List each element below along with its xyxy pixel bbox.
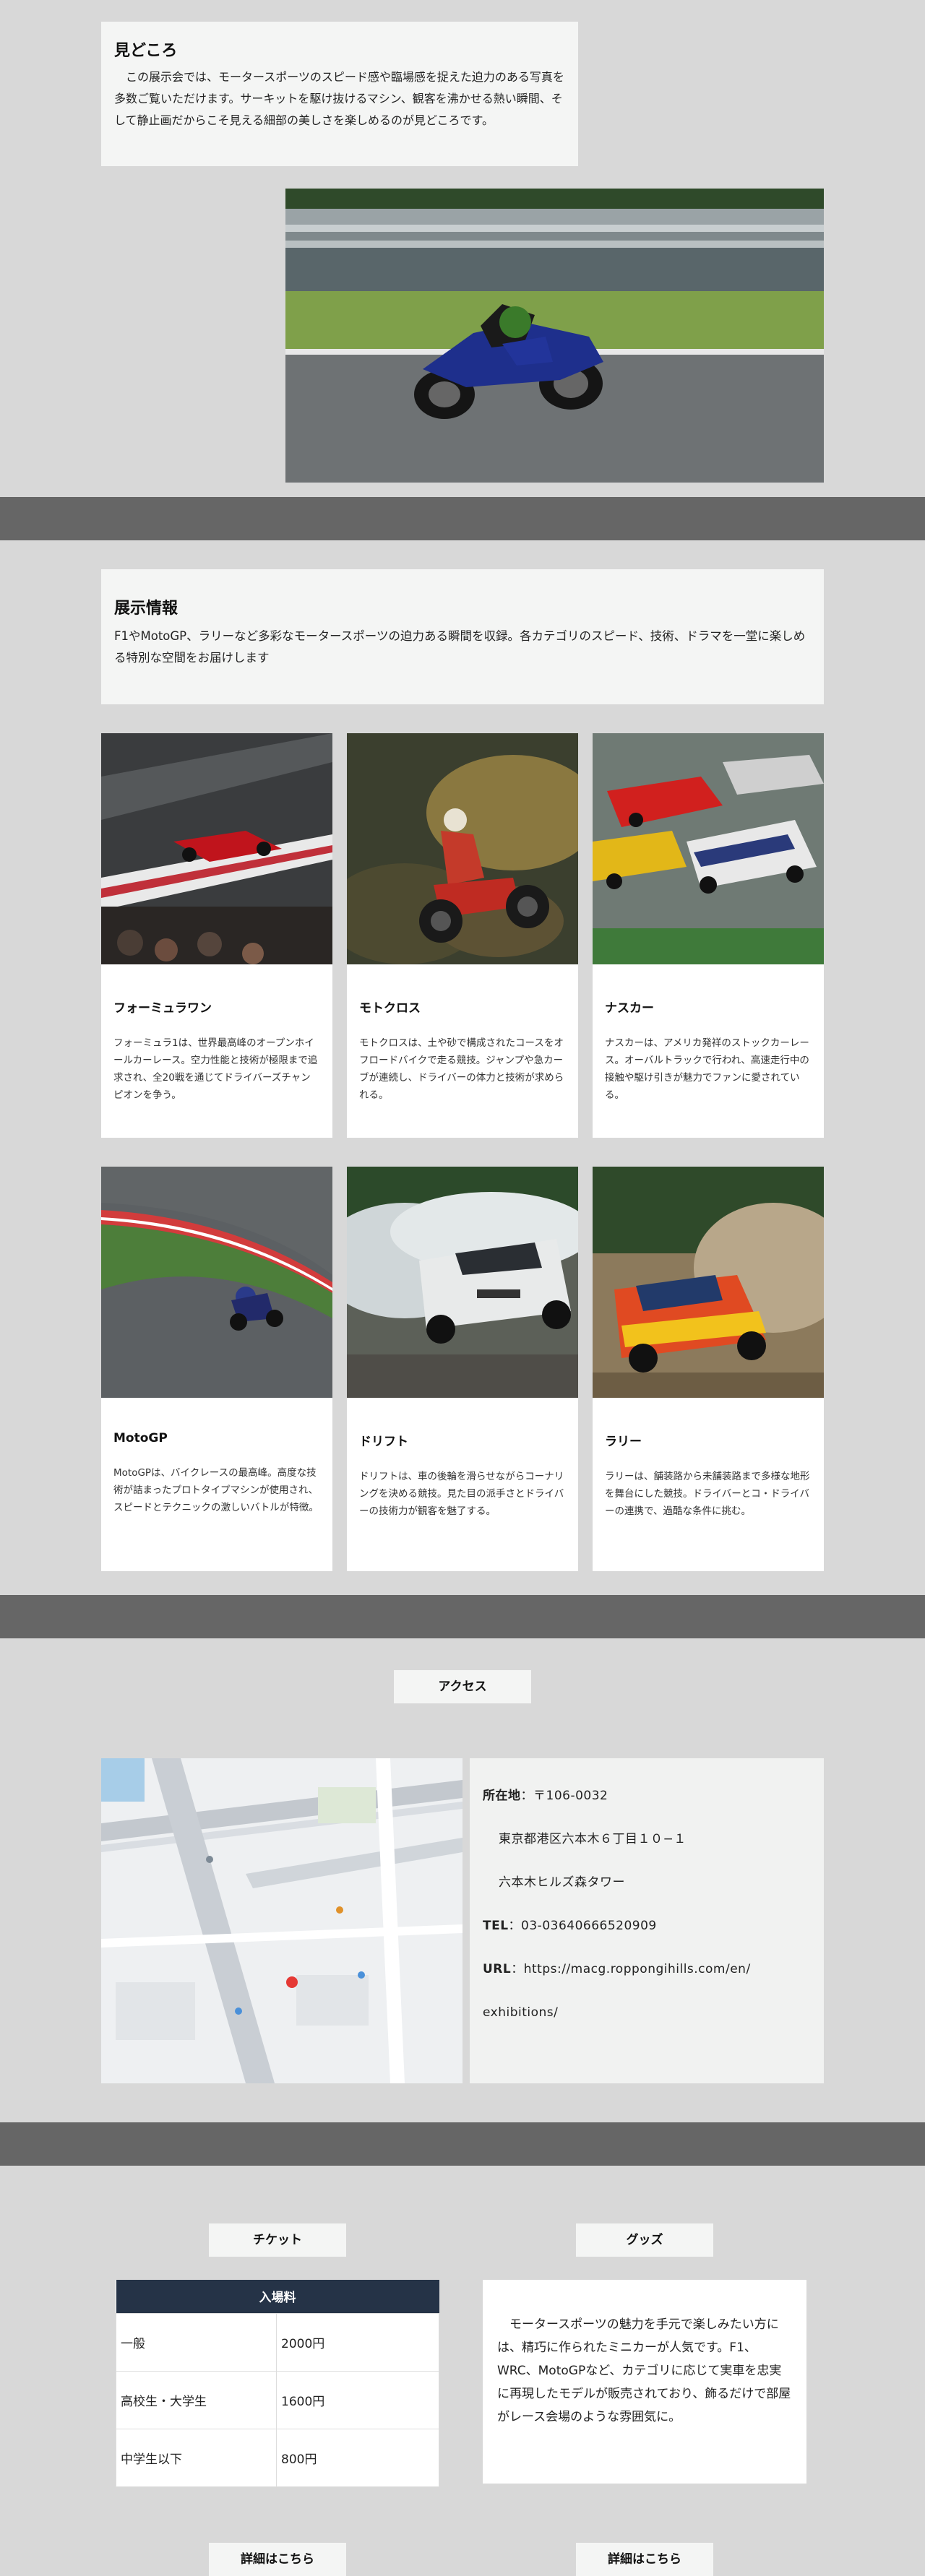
- ticket-price: 800円: [276, 2428, 439, 2487]
- highlight-text: この展示会では、モータースポーツのスピード感や臨場感を捉えた迫力のある写真を多数…: [114, 70, 564, 127]
- card-text: フォーミュラ1は、世界最高峰のオープンホイールカーレース。空力性能と技術が極限ま…: [113, 1037, 318, 1101]
- card-nascar: ナスカー ナスカーは、アメリカ発祥のストックカーレース。オーバルトラックで行われ…: [593, 733, 824, 1138]
- f1-car-photo: [101, 733, 332, 964]
- ticket-column: チケット 入場料 一般 2000円 高校生・大学生 1600円 中学生以下 80…: [116, 2223, 439, 2576]
- highlight-title: 見どころ: [114, 42, 178, 60]
- ticket-type: 中学生以下: [116, 2428, 277, 2487]
- exhibit-title: 展示情報: [114, 600, 178, 618]
- access-info: 所在地：〒106-0032 東京都港区六本木６丁目１０−１ 六本木ヒルズ森タワー…: [470, 1758, 824, 2083]
- card-motogp: MotoGP MotoGPは、バイクレースの最高峰。高度な技術が詰まったプロトタ…: [101, 1167, 332, 1571]
- address-label: 所在地: [483, 1789, 521, 1803]
- tel-label: TEL: [483, 1919, 509, 1933]
- exhibit-section: 展示情報 F1やMotoGP、ラリーなど多彩なモータースポーツの迫力ある瞬間を収…: [0, 540, 925, 1595]
- motorcycle-photo: [285, 189, 824, 483]
- card-rally: ラリー ラリーは、舗装路から未舗装路まで多様な地形を舞台にした競技。ドライバーと…: [593, 1167, 824, 1571]
- section-divider: [0, 1595, 925, 1638]
- card-text: ラリーは、舗装路から未舗装路まで多様な地形を舞台にした競技。ドライバーとコ・ドラ…: [605, 1471, 810, 1517]
- card-title: MotoGP: [113, 1431, 168, 1445]
- url-line: URL：https://macg.roppongihills.com/en/: [483, 1962, 751, 1976]
- nascar-photo: [593, 733, 824, 964]
- ticket-table-header: 入場料: [116, 2280, 439, 2313]
- ticket-type: 一般: [116, 2312, 277, 2372]
- goods-column: グッズ モータースポーツの魅力を手元で楽しみたい方には、精巧に作られたミニカーが…: [483, 2223, 806, 2576]
- ticket-price: 2000円: [276, 2312, 439, 2372]
- url-line-cont[interactable]: exhibitions/: [483, 1991, 811, 2034]
- drift-photo: [347, 1167, 578, 1398]
- address-line: 所在地：〒106-0032: [483, 1789, 608, 1803]
- highlight-section: 見どころ この展示会では、モータースポーツのスピード感や臨場感を捉えた迫力のある…: [0, 0, 925, 497]
- address-line-2: 六本木ヒルズ森タワー: [499, 1875, 625, 1890]
- rally-photo: [593, 1167, 824, 1398]
- ticket-table: 入場料 一般 2000円 高校生・大学生 1600円 中学生以下 800円: [116, 2280, 439, 2487]
- postal-code: 〒106-0032: [533, 1789, 608, 1803]
- card-title: ラリー: [605, 1435, 642, 1449]
- exhibit-box: 展示情報 F1やMotoGP、ラリーなど多彩なモータースポーツの迫力ある瞬間を収…: [101, 569, 824, 704]
- access-button[interactable]: アクセス: [394, 1670, 531, 1703]
- ticket-detail-button[interactable]: 詳細はこちら: [209, 2543, 346, 2576]
- card-text: ナスカーは、アメリカ発祥のストックカーレース。オーバルトラックで行われ、高速走行…: [605, 1037, 809, 1101]
- card-text: モトクロスは、土や砂で構成されたコースをオフロードバイクで走る競技。ジャンプや急…: [359, 1037, 564, 1101]
- table-row: 一般 2000円: [116, 2312, 439, 2372]
- tel-line: TEL：03-03640666520909: [483, 1919, 657, 1933]
- exhibit-text: F1やMotoGP、ラリーなど多彩なモータースポーツの迫力ある瞬間を収録。各カテ…: [114, 629, 806, 665]
- ticket-goods-section: チケット 入場料 一般 2000円 高校生・大学生 1600円 中学生以下 80…: [0, 2166, 925, 2576]
- ticket-type: 高校生・大学生: [116, 2370, 277, 2429]
- card-text: ドリフトは、車の後輪を滑らせながらコーナリングを決める競技。見た目の派手さとドラ…: [359, 1471, 564, 1517]
- section-divider: [0, 497, 925, 540]
- card-drift: ドリフト ドリフトは、車の後輪を滑らせながらコーナリングを決める競技。見た目の派…: [347, 1167, 578, 1571]
- motogp-photo: [101, 1167, 332, 1398]
- goods-button[interactable]: グッズ: [576, 2223, 713, 2257]
- highlight-box: 見どころ この展示会では、モータースポーツのスピード感や臨場感を捉えた迫力のある…: [101, 22, 578, 166]
- table-row: 高校生・大学生 1600円: [116, 2370, 439, 2429]
- goods-detail-button[interactable]: 詳細はこちら: [576, 2543, 713, 2576]
- card-title: ナスカー: [605, 1001, 654, 1016]
- ticket-button[interactable]: チケット: [209, 2223, 346, 2257]
- goods-text: モータースポーツの魅力を手元で楽しみたい方には、精巧に作られたミニカーが人気です…: [483, 2280, 806, 2484]
- access-section: アクセス 所在地：〒106-0032 東京都港区六本木６丁目１０−１ 六本木ヒル…: [0, 1638, 925, 2122]
- ticket-price: 1600円: [276, 2370, 439, 2429]
- url-value[interactable]: https://macg.roppongihills.com/en/: [524, 1962, 751, 1976]
- card-text: MotoGPは、バイクレースの最高峰。高度な技術が詰まったプロトタイプマシンが使…: [113, 1467, 319, 1513]
- location-pin-icon: [286, 1976, 298, 1988]
- card-title: モトクロス: [359, 1001, 421, 1016]
- card-formula-one: フォーミュラワン フォーミュラ1は、世界最高峰のオープンホイールカーレース。空力…: [101, 733, 332, 1138]
- card-title: ドリフト: [359, 1435, 408, 1449]
- motocross-photo: [347, 733, 578, 964]
- section-divider: [0, 2122, 925, 2166]
- tel-value[interactable]: 03-03640666520909: [521, 1919, 657, 1933]
- card-motocross: モトクロス モトクロスは、土や砂で構成されたコースをオフロードバイクで走る競技。…: [347, 733, 578, 1138]
- url-label: URL: [483, 1962, 512, 1976]
- table-row: 中学生以下 800円: [116, 2428, 439, 2487]
- card-title: フォーミュラワン: [113, 1001, 212, 1016]
- access-map[interactable]: [101, 1758, 462, 2083]
- address-line-1: 東京都港区六本木６丁目１０−１: [499, 1832, 687, 1846]
